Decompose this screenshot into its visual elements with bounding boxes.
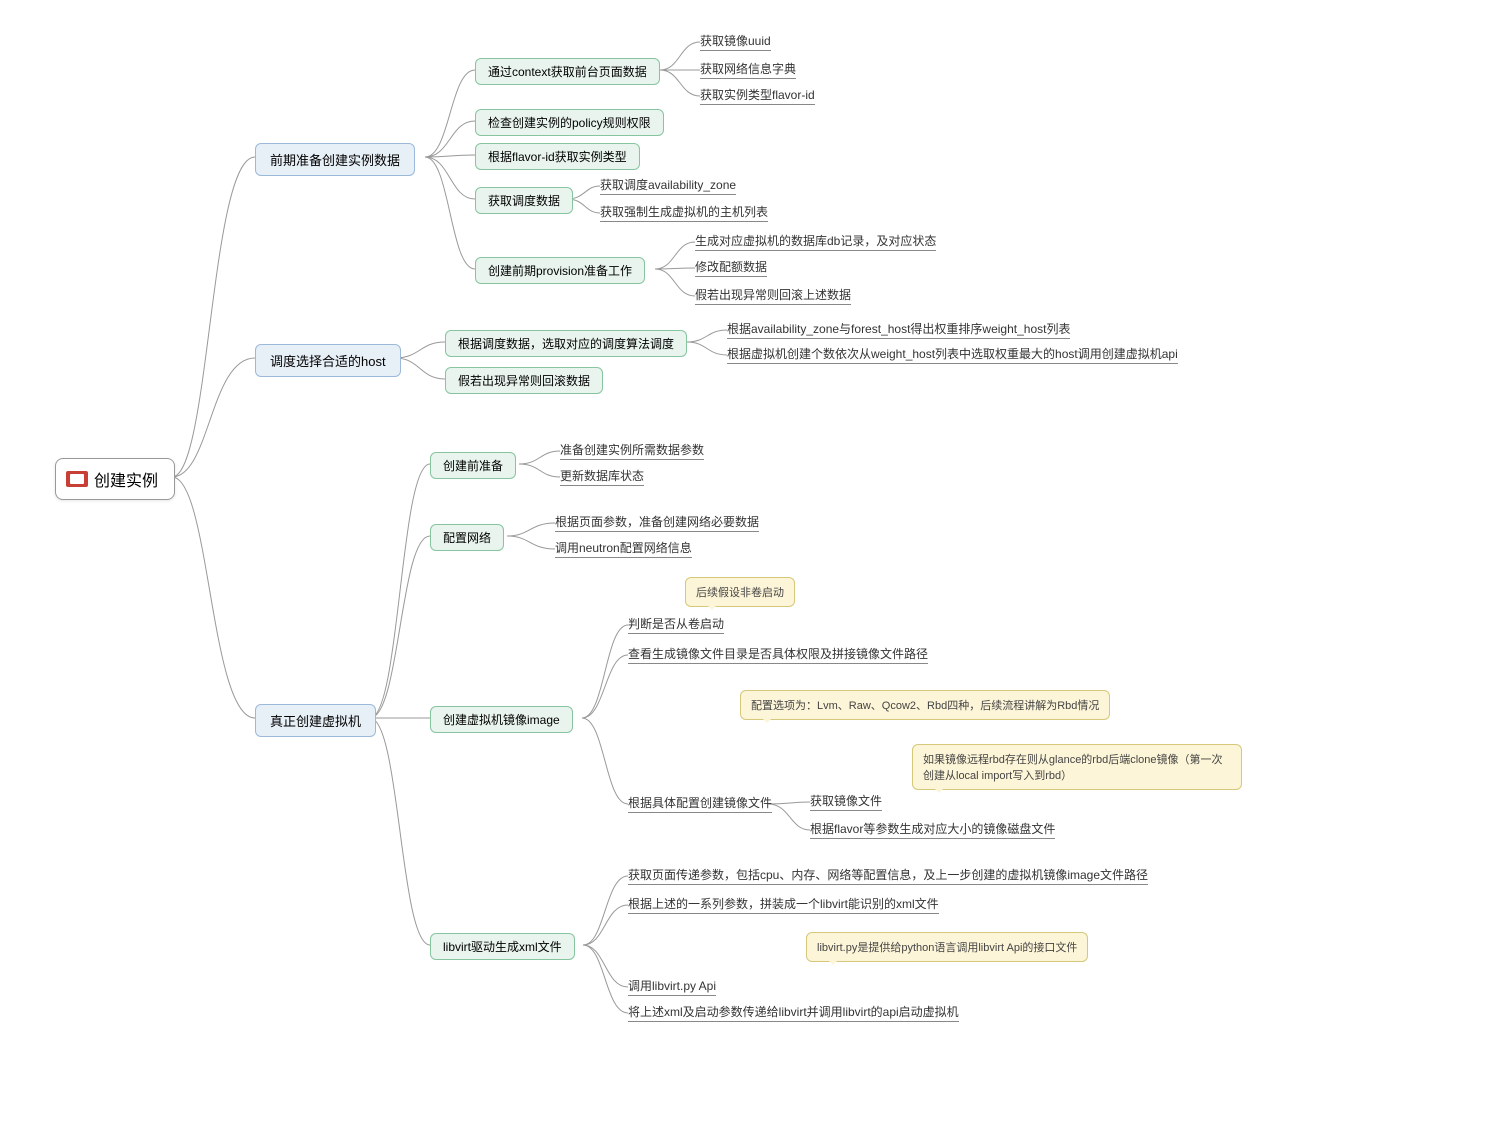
c2-config-network[interactable]: 配置网络 xyxy=(430,524,504,551)
l1-create-vm[interactable]: 真正创建虚拟机 xyxy=(255,704,376,737)
c4-libvirt-xml[interactable]: libvirt驱动生成xml文件 xyxy=(430,933,575,960)
c1-pre-create[interactable]: 创建前准备 xyxy=(430,452,516,479)
a4-leaf-0: 获取调度availability_zone xyxy=(600,176,736,195)
c3-leaf-volume: 判断是否从卷启动 xyxy=(628,615,724,634)
a1-context-data[interactable]: 通过context获取前台页面数据 xyxy=(475,58,660,85)
c2-leaf-1: 调用neutron配置网络信息 xyxy=(555,539,692,558)
callout-volume: 后续假设非卷启动 xyxy=(685,577,795,607)
c4-leaf-3: 将上述xml及启动参数传递给libvirt并调用libvirt的api启动虚拟机 xyxy=(628,1003,959,1022)
callout-libvirt: libvirt.py是提供给python语言调用libvirt Api的接口文件 xyxy=(806,932,1088,962)
c4-leaf-0: 获取页面传递参数，包括cpu、内存、网络等配置信息，及上一步创建的虚拟机镜像im… xyxy=(628,866,1148,885)
c4-leaf-2: 调用libvirt.py Api xyxy=(628,977,716,996)
a2-policy-check[interactable]: 检查创建实例的policy规则权限 xyxy=(475,109,664,136)
a4-schedule-data[interactable]: 获取调度数据 xyxy=(475,187,573,214)
a3-flavor-type[interactable]: 根据flavor-id获取实例类型 xyxy=(475,143,640,170)
a5-leaf-2: 假若出现异常则回滚上述数据 xyxy=(695,286,851,305)
cube-icon xyxy=(66,468,88,490)
c3-leaf-config: 根据具体配置创建镜像文件 xyxy=(628,794,772,813)
b2-rollback[interactable]: 假若出现异常则回滚数据 xyxy=(445,367,603,394)
c4-leaf-1: 根据上述的一系列参数，拼装成一个libvirt能识别的xml文件 xyxy=(628,895,939,914)
b1-leaf-0: 根据availability_zone与forest_host得出权重排序wei… xyxy=(727,320,1070,339)
c3c3-leaf-1: 根据flavor等参数生成对应大小的镜像磁盘文件 xyxy=(810,820,1055,839)
c3-create-image[interactable]: 创建虚拟机镜像image xyxy=(430,706,573,733)
c3-leaf-dir: 查看生成镜像文件目录是否具体权限及拼接镜像文件路径 xyxy=(628,645,928,664)
root-label: 创建实例 xyxy=(94,467,158,491)
a1-leaf-0: 获取镜像uuid xyxy=(700,32,771,51)
b1-schedule-algo[interactable]: 根据调度数据，选取对应的调度算法调度 xyxy=(445,330,687,357)
root-node[interactable]: 创建实例 xyxy=(55,458,175,500)
a1-leaf-1: 获取网络信息字典 xyxy=(700,60,796,79)
a5-leaf-1: 修改配额数据 xyxy=(695,258,767,277)
c2-leaf-0: 根据页面参数，准备创建网络必要数据 xyxy=(555,513,759,532)
callout-config: 配置选项为：Lvm、Raw、Qcow2、Rbd四种，后续流程讲解为Rbd情况 xyxy=(740,690,1110,720)
a4-leaf-1: 获取强制生成虚拟机的主机列表 xyxy=(600,203,768,222)
a5-leaf-0: 生成对应虚拟机的数据库db记录，及对应状态 xyxy=(695,232,936,251)
c1-leaf-1: 更新数据库状态 xyxy=(560,467,644,486)
c3c3-leaf-0: 获取镜像文件 xyxy=(810,792,882,811)
l1-prepare-data[interactable]: 前期准备创建实例数据 xyxy=(255,143,415,176)
l1-schedule-host[interactable]: 调度选择合适的host xyxy=(255,344,401,377)
callout-rbd: 如果镜像远程rbd存在则从glance的rbd后端clone镜像（第一次创建从l… xyxy=(912,744,1242,790)
b1-leaf-1: 根据虚拟机创建个数依次从weight_host列表中选取权重最大的host调用创… xyxy=(727,345,1178,364)
a5-provision[interactable]: 创建前期provision准备工作 xyxy=(475,257,645,284)
a1-leaf-2: 获取实例类型flavor-id xyxy=(700,86,815,105)
c1-leaf-0: 准备创建实例所需数据参数 xyxy=(560,441,704,460)
